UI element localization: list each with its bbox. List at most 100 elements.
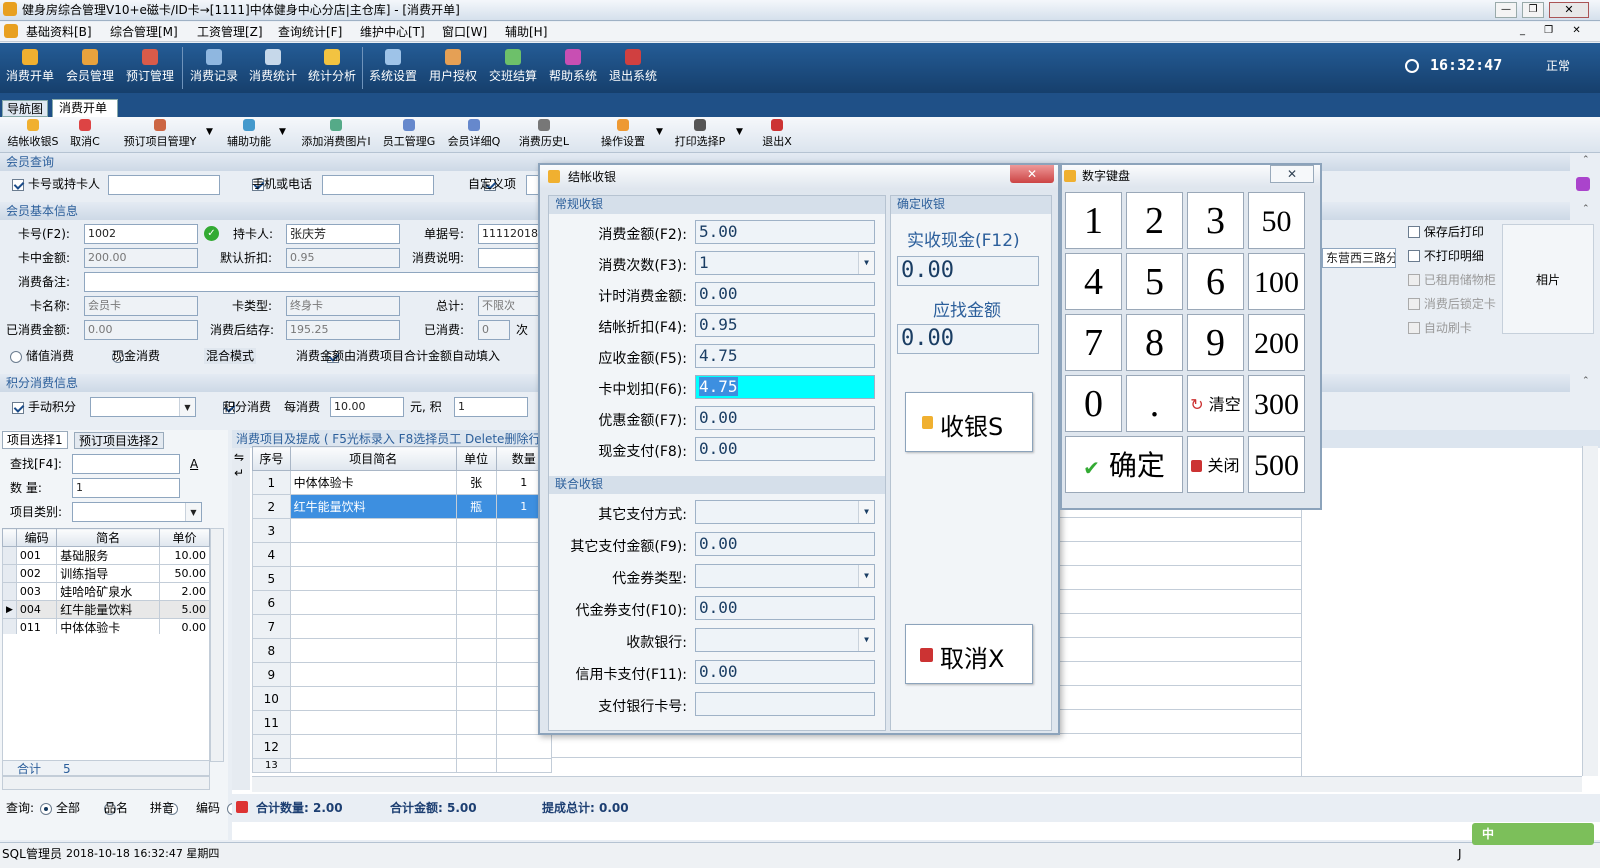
other-method-select[interactable]: ▼: [695, 500, 875, 524]
refresh-icon[interactable]: ⇋: [234, 450, 244, 464]
key-3[interactable]: 3: [1187, 192, 1244, 249]
consume-note-input[interactable]: [478, 248, 540, 268]
menu-window[interactable]: 窗口[W]: [442, 24, 487, 40]
table-row[interactable]: 11: [252, 710, 553, 735]
mdi-controls[interactable]: _ ❐ ✕: [1520, 25, 1590, 39]
table-row[interactable]: 13: [252, 758, 553, 773]
table-row[interactable]: 1 中体体验卡张 1: [252, 470, 553, 495]
bank-select[interactable]: ▼: [695, 628, 875, 652]
collapse-icon[interactable]: ⌃: [1582, 204, 1590, 214]
credit-pay-input[interactable]: 0.00: [695, 660, 875, 684]
grid-hscroll[interactable]: [252, 776, 1582, 792]
photo-box[interactable]: 相片: [1502, 224, 1594, 334]
chevron-down-icon[interactable]: ▼: [279, 127, 286, 137]
chevron-down-icon[interactable]: ▼: [185, 503, 201, 521]
other-amount-input[interactable]: 0.00: [695, 532, 875, 556]
phone-input[interactable]: [322, 175, 434, 195]
close-icon[interactable]: ✕: [1010, 165, 1054, 183]
table-row[interactable]: 8: [252, 638, 553, 663]
key-0[interactable]: 0: [1065, 375, 1122, 432]
collapse-icon[interactable]: ⌃: [1582, 155, 1590, 165]
key-5[interactable]: 5: [1126, 253, 1183, 310]
category-select[interactable]: ▼: [72, 502, 202, 522]
table-row[interactable]: 6: [252, 590, 553, 615]
pay-button[interactable]: 收银S: [905, 392, 1033, 452]
key-300[interactable]: 300: [1248, 375, 1305, 432]
key-100[interactable]: 100: [1248, 253, 1305, 310]
add-image-action[interactable]: 添加消费图片I: [296, 119, 376, 150]
timed-amount-input[interactable]: 0.00: [695, 282, 875, 306]
key-confirm[interactable]: ✔ 确定: [1065, 436, 1183, 493]
close-window-button[interactable]: ✕: [1549, 2, 1589, 18]
key-close[interactable]: 关闭: [1187, 436, 1244, 493]
table-row[interactable]: 12: [252, 734, 553, 759]
table-row[interactable]: 3: [252, 518, 553, 543]
menu-general[interactable]: 综合管理[M]: [110, 24, 178, 40]
history-action[interactable]: 消费历史L: [516, 119, 572, 150]
chevron-down-icon[interactable]: ▼: [736, 127, 743, 137]
table-row[interactable]: 5: [252, 566, 553, 591]
ime-toolbar[interactable]: 中: [1472, 823, 1594, 845]
close-icon[interactable]: ✕: [1270, 165, 1314, 183]
toolbar-booking[interactable]: 预订管理: [122, 49, 178, 84]
aux-action[interactable]: 辅助功能: [222, 119, 276, 150]
toolbar-auth[interactable]: 用户授权: [425, 49, 481, 84]
chevron-down-icon[interactable]: ▼: [858, 629, 874, 651]
toolbar-analysis[interactable]: 统计分析: [304, 49, 360, 84]
key-6[interactable]: 6: [1187, 253, 1244, 310]
grid-vscroll[interactable]: [1582, 446, 1598, 776]
menu-base-data[interactable]: 基础资料[B]: [26, 24, 92, 40]
key-200[interactable]: 200: [1248, 314, 1305, 371]
chevron-down-icon[interactable]: ▼: [858, 252, 874, 274]
key-clear[interactable]: ↻ 清空: [1187, 375, 1244, 432]
stored-value-radio[interactable]: [10, 351, 22, 363]
receivable-input[interactable]: 4.75: [695, 344, 875, 368]
toolbar-members[interactable]: 会员管理: [62, 49, 118, 84]
menu-salary[interactable]: 工资管理[Z]: [197, 24, 263, 40]
item-table-hscroll[interactable]: [2, 776, 210, 790]
tab-sale[interactable]: 消费开单: [52, 99, 119, 117]
qty-input[interactable]: 1: [72, 478, 180, 498]
chevron-down-icon[interactable]: ▼: [656, 127, 663, 137]
print-action[interactable]: 打印选择P: [672, 119, 728, 150]
table-row[interactable]: 10: [252, 686, 553, 711]
table-row[interactable]: 002 训练指导 50.00: [2, 564, 211, 583]
maximize-button[interactable]: ❐: [1522, 2, 1544, 18]
toolbar-settings[interactable]: 系统设置: [365, 49, 421, 84]
points-value-input[interactable]: 1: [454, 397, 528, 417]
save-print-option[interactable]: 保存后打印: [1408, 224, 1484, 240]
query-all-radio[interactable]: [40, 803, 52, 815]
table-row[interactable]: 2 红牛能量饮料瓶 1: [252, 494, 553, 519]
menu-query[interactable]: 查询统计[F]: [278, 24, 342, 40]
card-reader-icon[interactable]: [1576, 177, 1590, 191]
key-8[interactable]: 8: [1126, 314, 1183, 371]
toolbar-records[interactable]: 消费记录: [186, 49, 242, 84]
chevron-down-icon[interactable]: ▼: [858, 501, 874, 523]
no-detail-checkbox[interactable]: [1408, 250, 1420, 262]
chevron-down-icon[interactable]: ▼: [206, 127, 213, 137]
search-link[interactable]: A: [190, 456, 198, 472]
bill-no-input[interactable]: 1111201810: [478, 224, 540, 244]
table-row[interactable]: 001 基础服务 10.00: [2, 546, 211, 565]
toolbar-exit[interactable]: 退出系统: [605, 49, 661, 84]
key-50[interactable]: 50: [1248, 192, 1305, 249]
save-print-checkbox[interactable]: [1408, 226, 1420, 238]
table-row[interactable]: 9: [252, 662, 553, 687]
checkout-action[interactable]: 结帐收银S: [4, 119, 62, 150]
discount-input[interactable]: 0.95: [695, 313, 875, 337]
item-search-input[interactable]: [72, 454, 180, 474]
table-row[interactable]: 4: [252, 542, 553, 567]
tab-navigation[interactable]: 导航图: [2, 100, 49, 117]
key-7[interactable]: 7: [1065, 314, 1122, 371]
count-select[interactable]: 1 ▼: [695, 251, 875, 275]
toolbar-stats[interactable]: 消费统计: [245, 49, 301, 84]
exit-action[interactable]: 退出X: [760, 119, 794, 150]
promo-input[interactable]: 0.00: [695, 406, 875, 430]
table-row[interactable]: ▶ 004 红牛能量饮料 5.00: [2, 600, 211, 619]
points-select[interactable]: ▼: [90, 397, 196, 417]
key-4[interactable]: 4: [1065, 253, 1122, 310]
item-table-vscroll[interactable]: [210, 528, 224, 762]
menu-help[interactable]: 辅助[H]: [505, 24, 547, 40]
key-500[interactable]: 500: [1248, 436, 1305, 493]
card-holder-input[interactable]: [108, 175, 220, 195]
